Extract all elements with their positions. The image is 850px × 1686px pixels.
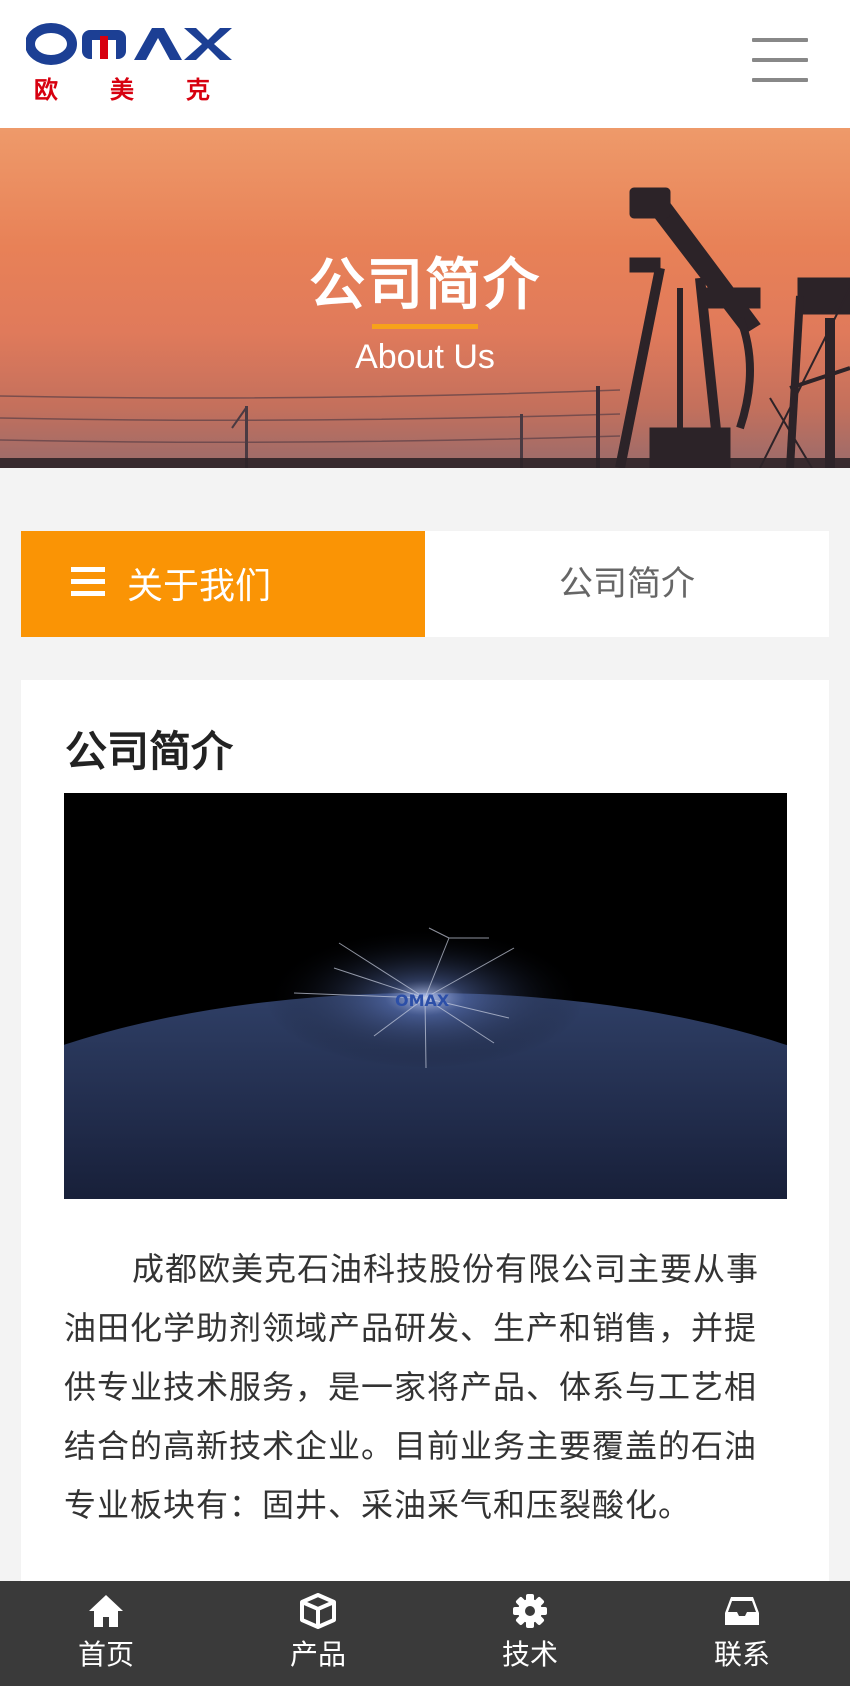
company-intro-video[interactable]: OMAX [64,793,787,1199]
current-section-label[interactable]: 公司简介 [425,531,829,637]
logo-chinese-name: 欧 美 克 [34,70,234,104]
nav-label: 产品 [289,1638,346,1671]
logo-char: 美 [110,76,134,104]
bottom-nav: 首页 产品 技术 联系 [0,1581,850,1686]
hamburger-menu-icon[interactable] [752,36,808,84]
gear-icon [513,1594,547,1628]
cube-icon [300,1593,336,1629]
company-intro-text: 成都欧美克石油科技股份有限公司主要从事油田化学助剂领域产品研发、生产和销售，并提… [64,1250,760,1524]
logo-char: 欧 [34,76,58,104]
nav-item-products[interactable]: 产品 [212,1581,424,1686]
list-menu-icon [71,567,105,597]
nav-label: 首页 [77,1638,134,1671]
page-banner: 公司简介 About Us [0,128,850,468]
nav-label: 技术 [501,1638,558,1671]
nav-item-home[interactable]: 首页 [0,1581,212,1686]
video-thumbnail-image: OMAX [64,793,787,1199]
category-label: 关于我们 [127,566,272,607]
banner-accent-line [372,324,478,329]
nav-item-contact[interactable]: 联系 [636,1581,848,1686]
company-logo[interactable]: 欧 美 克 [26,20,232,106]
banner-title: 公司简介 [309,253,541,318]
inbox-icon [725,1597,759,1625]
nav-label: 联系 [713,1638,770,1671]
logo-char: 克 [186,76,210,104]
site-header: 欧 美 克 [0,0,850,128]
home-icon [89,1595,123,1627]
page: 欧 美 克 公司简介 About Us 关于我们 公司简介 公司简介 OMAX … [0,0,850,1686]
category-bar: 关于我们 公司简介 [21,531,829,637]
section-title: 公司简介 [65,727,234,776]
banner-subtitle: About Us [355,338,495,376]
content-card: 公司简介 OMAX 成都欧美克石油科技股份有限公司主要从事油田化学助剂领域产品研… [21,680,829,1686]
category-toggle-button[interactable]: 关于我们 [21,531,425,637]
nav-item-technology[interactable]: 技术 [424,1581,636,1686]
video-logo-text: OMAX [395,991,450,1010]
